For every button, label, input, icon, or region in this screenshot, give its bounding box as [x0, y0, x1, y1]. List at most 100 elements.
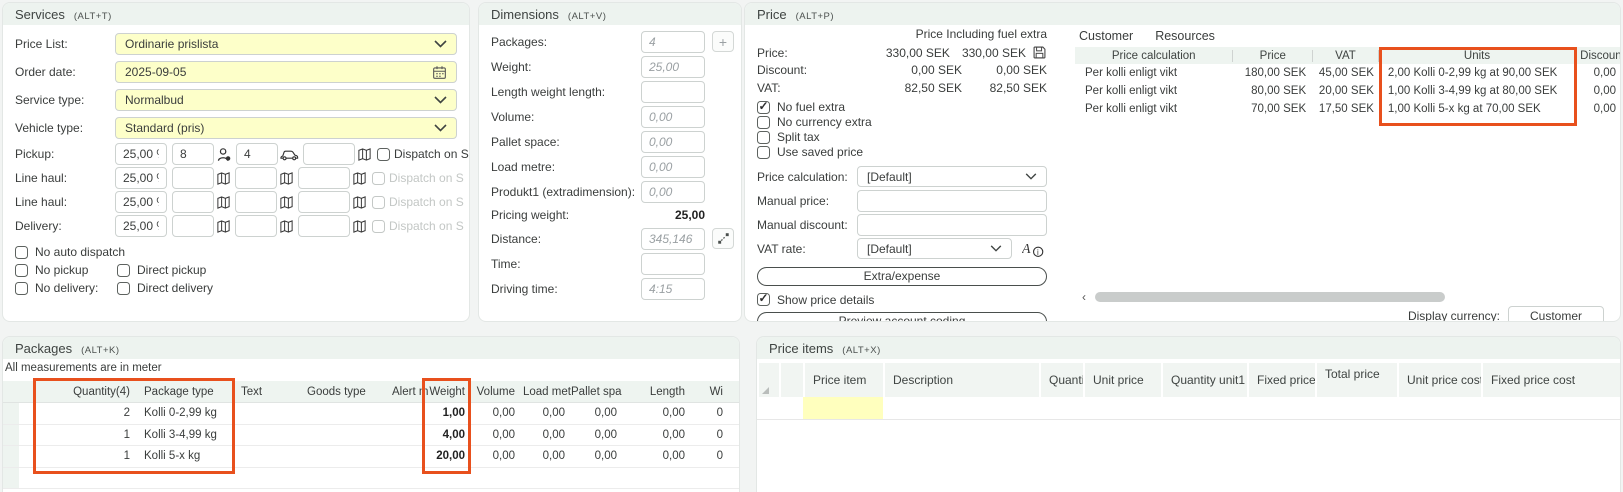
price-item-selected-cell[interactable]: [803, 397, 883, 419]
price-calculation-row: Price calculation: [Default]: [757, 165, 1047, 189]
distance-input[interactable]: [641, 228, 705, 250]
package-row[interactable]: 2 Kolli 0-2,99 kg 1,00 0,00 0,00 0,00 0,…: [3, 403, 739, 425]
services-panel: Services (ALT+T) Price List: Ordinarie p…: [2, 2, 470, 322]
load-metre-input[interactable]: [641, 156, 705, 178]
driving-time-input[interactable]: [641, 278, 705, 300]
extra-expense-button[interactable]: Extra/expense: [757, 267, 1047, 286]
discount-incl-value: 0,00 SEK: [962, 63, 1047, 77]
dispatch-checkbox[interactable]: [377, 148, 390, 161]
cell-length: 0,00: [625, 429, 695, 441]
scroll-left-icon[interactable]: ‹: [1077, 290, 1091, 304]
linehaul1-field3-input[interactable]: [298, 167, 350, 189]
order-date-field[interactable]: 2025-09-05: [115, 61, 457, 83]
direct-pickup-checkbox[interactable]: [117, 264, 130, 277]
show-price-details-checkbox[interactable]: [757, 293, 770, 306]
price-table-row[interactable]: Per kolli enligt vikt 180,00 SEK 45,00 S…: [1075, 64, 1620, 82]
vat-info-icon[interactable]: Ai: [1022, 240, 1046, 258]
col-units: Units: [1378, 50, 1575, 62]
col-quantity: Quantity(4): [37, 386, 138, 398]
manual-discount-input[interactable]: [857, 214, 1047, 236]
col-vat: VAT: [1312, 50, 1378, 62]
delivery-percent-input[interactable]: [115, 215, 167, 237]
produkt1-row: Produkt1 (extradimension):: [479, 179, 741, 204]
vehicle-type-dropdown[interactable]: Standard (pris): [115, 117, 457, 139]
pickup-field1-input[interactable]: [172, 143, 214, 165]
map-icon[interactable]: [352, 219, 367, 234]
delivery-field1-input[interactable]: [172, 215, 214, 237]
linehaul2-leg-row: Line haul: Dispatch on S: [3, 190, 469, 214]
vat-rate-dropdown[interactable]: [Default]: [857, 238, 1012, 259]
price-calculation-dropdown[interactable]: [Default]: [857, 166, 1047, 187]
no-auto-dispatch-checkbox[interactable]: [15, 246, 28, 259]
show-price-details-row: Show price details: [757, 291, 1047, 309]
car-icon[interactable]: [280, 147, 299, 162]
split-tax-checkbox[interactable]: [757, 131, 770, 144]
price-table-row[interactable]: Per kolli enligt vikt 80,00 SEK 20,00 SE…: [1075, 82, 1620, 100]
direct-delivery-checkbox[interactable]: [117, 282, 130, 295]
person-icon[interactable]: [216, 146, 232, 163]
volume-input[interactable]: [641, 106, 705, 128]
no-currency-extra-checkbox[interactable]: [757, 116, 770, 129]
service-type-dropdown[interactable]: Normalbud: [115, 89, 457, 111]
package-row[interactable]: 1 Kolli 3-4,99 kg 4,00 0,00 0,00 0,00 0,…: [3, 425, 739, 447]
length-weight-input[interactable]: [641, 81, 705, 103]
manual-price-row: Manual price:: [757, 189, 1047, 213]
pickup-field3-input[interactable]: [303, 143, 355, 165]
pallet-space-input[interactable]: [641, 131, 705, 153]
package-row-empty[interactable]: [3, 468, 739, 490]
cell-quantity: 1: [37, 450, 138, 462]
price-list-dropdown[interactable]: Ordinarie prislista: [115, 33, 457, 55]
no-delivery-checkbox[interactable]: [15, 282, 28, 295]
package-row[interactable]: 1 Kolli 5-x kg 20,00 0,00 0,00 0,00 0,00…: [3, 446, 739, 468]
dispatch-checkbox[interactable]: [372, 220, 385, 233]
produkt1-input[interactable]: [641, 181, 705, 203]
map-icon[interactable]: [216, 171, 231, 186]
weight-input[interactable]: [641, 56, 705, 78]
map-icon[interactable]: [279, 219, 294, 234]
display-currency-dropdown[interactable]: Customer: [1508, 306, 1604, 322]
no-pickup-checkbox[interactable]: [15, 264, 28, 277]
delivery-field3-input[interactable]: [298, 215, 350, 237]
dispatch-checkbox[interactable]: [372, 196, 385, 209]
calculate-route-icon[interactable]: [712, 228, 734, 249]
scrollbar-track[interactable]: [1091, 292, 1616, 302]
packages-count-input[interactable]: [641, 31, 705, 53]
map-icon[interactable]: [279, 171, 294, 186]
cell-discount: 0,00: [1575, 85, 1620, 97]
linehaul1-field1-input[interactable]: [172, 167, 214, 189]
linehaul1-percent-input[interactable]: [115, 167, 167, 189]
manual-price-input[interactable]: [857, 190, 1047, 212]
map-icon[interactable]: [279, 195, 294, 210]
map-icon[interactable]: [216, 219, 231, 234]
map-icon[interactable]: [216, 195, 231, 210]
packages-panel-header: Packages (ALT+K): [3, 337, 739, 359]
add-package-button[interactable]: +: [712, 31, 734, 52]
no-fuel-extra-label: No fuel extra: [777, 100, 845, 114]
linehaul1-field2-input[interactable]: [235, 167, 277, 189]
linehaul2-field1-input[interactable]: [172, 191, 214, 213]
map-icon[interactable]: [352, 195, 367, 210]
pickup-label: Pickup:: [15, 147, 115, 161]
pickup-field2-input[interactable]: [236, 143, 278, 165]
scrollbar-thumb[interactable]: [1095, 292, 1445, 302]
linehaul2-field3-input[interactable]: [298, 191, 350, 213]
save-price-icon[interactable]: [1032, 45, 1047, 60]
price-table-row[interactable]: Per kolli enligt vikt 70,00 SEK 17,50 SE…: [1075, 100, 1620, 118]
price-item-row-empty[interactable]: [757, 397, 1620, 420]
use-saved-price-checkbox[interactable]: [757, 146, 770, 159]
delivery-field2-input[interactable]: [235, 215, 277, 237]
preview-account-coding-button[interactable]: Preview account coding: [757, 312, 1047, 323]
map-icon[interactable]: [357, 147, 372, 162]
col-length: Length: [625, 386, 695, 398]
linehaul2-percent-input[interactable]: [115, 191, 167, 213]
dispatch-label: Dispatch on S: [389, 195, 464, 209]
calendar-icon[interactable]: [432, 65, 447, 80]
pickup-percent-input[interactable]: [115, 143, 167, 165]
linehaul2-field2-input[interactable]: [235, 191, 277, 213]
no-fuel-extra-checkbox[interactable]: [757, 101, 770, 114]
driving-time-label: Driving time:: [491, 282, 641, 296]
price-summary-block: Price Including fuel extra Price: 330,00…: [757, 27, 1047, 322]
dispatch-checkbox[interactable]: [372, 172, 385, 185]
map-icon[interactable]: [352, 171, 367, 186]
time-input[interactable]: [641, 253, 705, 275]
